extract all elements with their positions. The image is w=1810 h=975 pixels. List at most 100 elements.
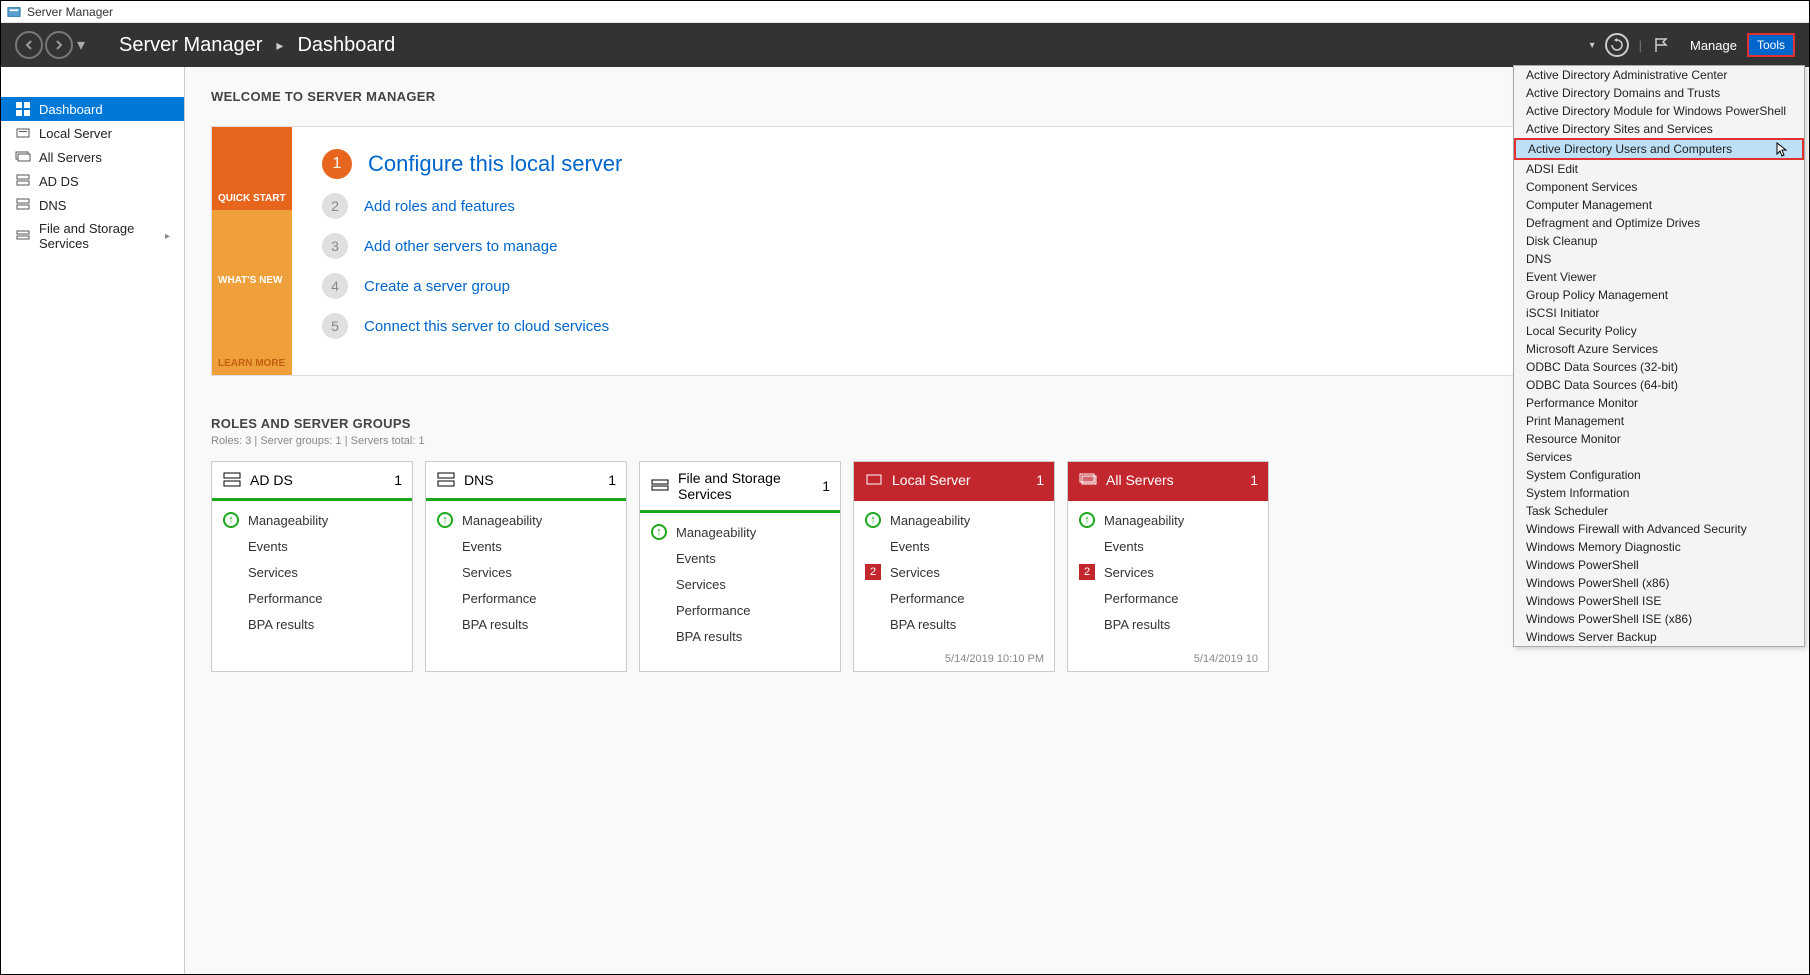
tile-row-bpa[interactable]: BPA results: [222, 611, 402, 637]
role-tile[interactable]: DNS 1 ↑Manageability Events Services Per…: [425, 461, 627, 672]
status-ok-icon: ↑: [437, 512, 453, 528]
welcome-step[interactable]: 4Create a server group: [322, 273, 622, 299]
tile-row-bpa[interactable]: BPA results: [864, 611, 1044, 637]
tools-menu-item[interactable]: Windows PowerShell ISE: [1514, 592, 1804, 610]
tile-row-manageability[interactable]: ↑Manageability: [864, 507, 1044, 533]
tools-menu-item[interactable]: Windows Firewall with Advanced Security: [1514, 520, 1804, 538]
sidebar-item-label: All Servers: [39, 150, 102, 165]
tools-menu-item[interactable]: Print Management: [1514, 412, 1804, 430]
tools-menu-item[interactable]: Local Security Policy: [1514, 322, 1804, 340]
tools-menu-item[interactable]: Task Scheduler: [1514, 502, 1804, 520]
tools-menu-item[interactable]: Disk Cleanup: [1514, 232, 1804, 250]
tile-row-bpa[interactable]: BPA results: [650, 623, 830, 649]
tools-menu-item[interactable]: Active Directory Sites and Services: [1514, 120, 1804, 138]
tile-row-performance[interactable]: Performance: [436, 585, 616, 611]
tools-menu-item[interactable]: iSCSI Initiator: [1514, 304, 1804, 322]
tools-menu-item[interactable]: Event Viewer: [1514, 268, 1804, 286]
header-dropdown-icon[interactable]: ▾: [1590, 40, 1595, 51]
tools-menu-item[interactable]: Group Policy Management: [1514, 286, 1804, 304]
tile-count: 1: [822, 478, 830, 494]
welcome-step[interactable]: 3 Add other servers to manage: [322, 233, 622, 259]
manage-menu[interactable]: Manage: [1690, 38, 1737, 53]
tools-menu-item[interactable]: Windows Memory Diagnostic: [1514, 538, 1804, 556]
tile-row-manageability[interactable]: ↑Manageability: [222, 507, 402, 533]
tab-quick-start[interactable]: QUICK START: [212, 127, 292, 210]
tile-row-manageability[interactable]: ↑Manageability: [1078, 507, 1258, 533]
step-link[interactable]: Add roles and features: [364, 198, 515, 215]
step-link[interactable]: Connect this server to cloud services: [364, 318, 609, 335]
tools-menu-item[interactable]: Active Directory Module for Windows Powe…: [1514, 102, 1804, 120]
tools-menu-item[interactable]: Windows Server Backup: [1514, 628, 1804, 646]
sidebar-item-all-servers[interactable]: All Servers: [1, 145, 184, 169]
tile-icon: [650, 476, 670, 496]
tools-menu-item[interactable]: System Information: [1514, 484, 1804, 502]
tile-row-services[interactable]: 2Services: [864, 559, 1044, 585]
tools-menu-item[interactable]: Windows PowerShell ISE (x86): [1514, 610, 1804, 628]
tab-learn-more[interactable]: LEARN MORE: [212, 292, 292, 375]
step-number: 3: [322, 233, 348, 259]
tools-menu-item[interactable]: Component Services: [1514, 178, 1804, 196]
step-link[interactable]: Create a server group: [364, 278, 510, 295]
tools-menu-item[interactable]: System Configuration: [1514, 466, 1804, 484]
role-tile[interactable]: All Servers 1 ↑Manageability Events 2Ser…: [1067, 461, 1269, 672]
tile-name: AD DS: [250, 472, 293, 488]
nav-history-dropdown[interactable]: ▾: [77, 35, 89, 55]
flag-icon[interactable]: [1652, 36, 1670, 54]
tools-menu-item[interactable]: Active Directory Domains and Trusts: [1514, 84, 1804, 102]
nav-forward-button[interactable]: [45, 31, 73, 59]
breadcrumb-root[interactable]: Server Manager: [119, 34, 262, 57]
sidebar-item-local-server[interactable]: Local Server: [1, 121, 184, 145]
tile-row-events[interactable]: Events: [436, 533, 616, 559]
tile-header: AD DS 1: [212, 462, 412, 501]
tile-row-bpa[interactable]: BPA results: [1078, 611, 1258, 637]
tile-row-manageability[interactable]: ↑Manageability: [650, 519, 830, 545]
tools-menu-item[interactable]: Performance Monitor: [1514, 394, 1804, 412]
tools-menu-item[interactable]: Defragment and Optimize Drives: [1514, 214, 1804, 232]
tile-row-performance[interactable]: Performance: [1078, 585, 1258, 611]
tile-row-performance[interactable]: Performance: [864, 585, 1044, 611]
sidebar-item-dns[interactable]: DNS: [1, 193, 184, 217]
tools-menu-item[interactable]: Active Directory Users and Computers: [1514, 138, 1804, 160]
tools-menu-item[interactable]: Windows PowerShell: [1514, 556, 1804, 574]
welcome-step[interactable]: 2Add roles and features: [322, 193, 622, 219]
tools-menu-item[interactable]: Resource Monitor: [1514, 430, 1804, 448]
tools-menu-item[interactable]: ODBC Data Sources (32-bit): [1514, 358, 1804, 376]
role-tile[interactable]: Local Server 1 ↑Manageability Events 2Se…: [853, 461, 1055, 672]
refresh-button[interactable]: [1605, 33, 1629, 57]
tile-row-manageability[interactable]: ↑Manageability: [436, 507, 616, 533]
tools-menu-button[interactable]: Tools: [1747, 33, 1795, 57]
tile-row-events[interactable]: Events: [864, 533, 1044, 559]
step-link[interactable]: Configure this local server: [368, 151, 622, 177]
sidebar-item-ad-ds[interactable]: AD DS: [1, 169, 184, 193]
tile-row-performance[interactable]: Performance: [222, 585, 402, 611]
tile-row-events[interactable]: Events: [222, 533, 402, 559]
sidebar-item-file-and-storage-services[interactable]: File and Storage Services▸: [1, 217, 184, 255]
sidebar-item-dashboard[interactable]: Dashboard: [1, 97, 184, 121]
tile-row-performance[interactable]: Performance: [650, 597, 830, 623]
tile-row-bpa[interactable]: BPA results: [436, 611, 616, 637]
sidebar-icon: [15, 197, 31, 213]
tools-menu-item[interactable]: Computer Management: [1514, 196, 1804, 214]
tile-icon: [436, 470, 456, 490]
tools-menu-item[interactable]: Windows PowerShell (x86): [1514, 574, 1804, 592]
nav-arrows: ▾: [15, 31, 89, 59]
tile-row-services[interactable]: Services: [436, 559, 616, 585]
tab-whats-new[interactable]: WHAT'S NEW: [212, 210, 292, 293]
tools-menu-item[interactable]: ODBC Data Sources (64-bit): [1514, 376, 1804, 394]
tools-menu-item[interactable]: Services: [1514, 448, 1804, 466]
role-tile[interactable]: AD DS 1 ↑Manageability Events Services P…: [211, 461, 413, 672]
tile-row-services[interactable]: 2Services: [1078, 559, 1258, 585]
step-link[interactable]: Add other servers to manage: [364, 238, 557, 255]
tile-row-services[interactable]: Services: [222, 559, 402, 585]
tools-menu-item[interactable]: ADSI Edit: [1514, 160, 1804, 178]
tile-row-events[interactable]: Events: [650, 545, 830, 571]
tools-menu-item[interactable]: Active Directory Administrative Center: [1514, 66, 1804, 84]
tile-row-services[interactable]: Services: [650, 571, 830, 597]
welcome-step[interactable]: 5Connect this server to cloud services: [322, 313, 622, 339]
tile-row-events[interactable]: Events: [1078, 533, 1258, 559]
welcome-step[interactable]: 1Configure this local server: [322, 149, 622, 179]
tools-menu-item[interactable]: Microsoft Azure Services: [1514, 340, 1804, 358]
nav-back-button[interactable]: [15, 31, 43, 59]
role-tile[interactable]: File and Storage Services 1 ↑Manageabili…: [639, 461, 841, 672]
tools-menu-item[interactable]: DNS: [1514, 250, 1804, 268]
